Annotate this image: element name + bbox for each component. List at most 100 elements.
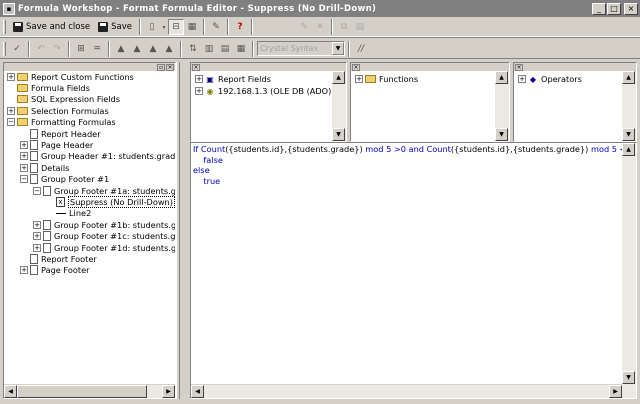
chevron-down-icon[interactable]: ▼ (332, 42, 344, 55)
collapse-icon[interactable]: − (20, 175, 28, 184)
expand-icon[interactable]: + (195, 75, 203, 83)
pane-pin-icon[interactable]: × (515, 63, 523, 71)
tree-item-page-footer[interactable]: + Page Footer (7, 265, 175, 276)
editor-horizontal-scrollbar[interactable]: ◀ ▶ (191, 384, 622, 398)
pane-pin-icon[interactable]: × (192, 63, 200, 71)
expand-icon[interactable]: + (20, 141, 28, 150)
maximize-button[interactable]: □ (607, 2, 621, 15)
pane-pin-icon[interactable]: ▫ (157, 63, 165, 71)
app-icon[interactable]: ▪ (3, 2, 15, 15)
scroll-down-icon[interactable]: ▼ (332, 128, 345, 141)
scroll-left-icon[interactable]: ◀ (4, 385, 17, 398)
expand-icon[interactable]: + (7, 72, 15, 81)
comment-icon[interactable]: // (353, 41, 369, 57)
dropdown-arrow-icon[interactable]: ▾ (160, 19, 168, 35)
tree-item-line2[interactable]: Line2 (7, 208, 175, 219)
browse-data-icon[interactable]: ⊞ (73, 41, 89, 57)
tree-item-report-footer[interactable]: Report Footer (7, 253, 175, 264)
pane-splitter[interactable] (176, 62, 180, 399)
save-button[interactable]: Save (94, 19, 136, 36)
paste-icon[interactable]: ▤ (352, 19, 368, 35)
expand-icon[interactable]: + (33, 232, 41, 241)
collapse-icon[interactable]: − (33, 186, 41, 195)
new-icon[interactable]: ▯ (144, 19, 160, 35)
tree-item-selection-formulas[interactable]: + Selection Formulas (7, 105, 175, 116)
toolbar-separator (139, 19, 142, 35)
show-functions-icon[interactable]: ▤ (217, 41, 233, 57)
tree-item-report-custom-functions[interactable]: + Report Custom Functions (7, 71, 175, 82)
undo-icon[interactable]: ↶ (33, 41, 49, 57)
tree-item-group-footer-1d[interactable]: + Group Footer #1d: students.gra (7, 242, 175, 253)
editor-vertical-scrollbar[interactable]: ▲ ▼ (622, 143, 636, 398)
scroll-up-icon[interactable]: ▲ (622, 143, 635, 156)
tree-item-group-footer-1a[interactable]: − Group Footer #1a: students.gr (7, 185, 175, 196)
expand-icon[interactable]: + (20, 152, 28, 161)
next-bookmark-icon[interactable]: ▲ (129, 41, 145, 57)
tree-item-report-fields[interactable]: + ▣ Report Fields (195, 73, 342, 85)
toggle-tree-icon[interactable]: ⊟ (168, 19, 185, 35)
expand-icon[interactable]: + (7, 106, 15, 115)
tree-horizontal-scrollbar[interactable]: ◀ ▶ (4, 384, 175, 398)
expand-icon[interactable]: + (195, 87, 203, 95)
previous-bookmark-icon[interactable]: ▲ (145, 41, 161, 57)
redo-icon[interactable]: ↷ (49, 41, 65, 57)
expand-icon[interactable]: + (518, 75, 526, 83)
tree-item-report-header[interactable]: Report Header (7, 128, 175, 139)
pane-pin-icon[interactable]: × (352, 63, 360, 71)
tree-item-group-footer-1[interactable]: − Group Footer #1 (7, 174, 175, 185)
show-operators-icon[interactable]: ▦ (233, 41, 249, 57)
toggle-bookmark-icon[interactable]: ▲ (113, 41, 129, 57)
show-fields-icon[interactable]: ▥ (201, 41, 217, 57)
tree-item-formatting-formulas[interactable]: − Formatting Formulas (7, 117, 175, 128)
close-button[interactable]: × (624, 2, 638, 15)
tree-item-datasource[interactable]: + ◉ 192.168.1.3 (OLE DB (ADO)) (195, 85, 342, 97)
sort-icon[interactable]: ⇅ (185, 41, 201, 57)
tree-item-suppress-no-drill-down[interactable]: x Suppress (No Drill-Down) (7, 196, 175, 208)
scroll-right-icon[interactable]: ▶ (162, 385, 175, 398)
syntax-dropdown[interactable]: Crystal Syntax ▼ (257, 41, 345, 56)
expand-icon[interactable]: + (355, 75, 363, 83)
scroll-up-icon[interactable]: ▲ (332, 71, 345, 84)
formula-code[interactable]: If Count({students.id},{students.grade})… (193, 144, 636, 186)
scroll-right-icon[interactable]: ▶ (609, 385, 622, 398)
scroll-left-icon[interactable]: ◀ (191, 385, 204, 398)
expand-icon[interactable]: + (33, 220, 41, 229)
save-and-close-button[interactable]: Save and close (9, 19, 94, 36)
pane-close-icon[interactable]: × (166, 63, 174, 71)
tree-item-details[interactable]: + Details (7, 162, 175, 173)
scroll-down-icon[interactable]: ▼ (622, 371, 635, 384)
copy-icon[interactable]: ⧉ (336, 19, 352, 35)
tree-item-sql-expression-fields[interactable]: SQL Expression Fields (7, 94, 175, 105)
toolbar-grip[interactable] (3, 41, 6, 56)
tree-item-group-header-1[interactable]: + Group Header #1: students.grade - (7, 151, 175, 162)
expert-icon[interactable]: ✎ (208, 19, 224, 35)
find-icon[interactable]: ♒ (89, 41, 105, 57)
expand-icon[interactable]: + (20, 163, 28, 172)
tree-item-page-header[interactable]: + Page Header (7, 139, 175, 151)
rename-icon[interactable]: ✎ (296, 19, 312, 35)
scroll-up-icon[interactable]: ▲ (622, 71, 635, 84)
tree-item-functions[interactable]: + Functions (355, 73, 505, 85)
help-icon[interactable]: ? (232, 19, 248, 35)
toolbar-grip[interactable] (3, 20, 6, 34)
delete-icon[interactable]: ✕ (312, 19, 328, 35)
tree-item-group-footer-1c[interactable]: + Group Footer #1c: students.gra (7, 230, 175, 242)
scroll-up-icon[interactable]: ▲ (495, 71, 508, 84)
tree-item-group-footer-1b[interactable]: + Group Footer #1b: students.gra (7, 219, 175, 230)
check-formula-icon[interactable]: ✓ (9, 41, 25, 57)
clear-bookmarks-icon[interactable]: ▲ (161, 41, 177, 57)
scroll-down-icon[interactable]: ▼ (622, 128, 635, 141)
formula-editor[interactable]: If Count({students.id},{students.grade})… (190, 142, 637, 399)
tree-item-operators[interactable]: + ◆ Operators (518, 73, 632, 85)
functions-vertical-scrollbar[interactable]: ▲ ▼ (495, 71, 509, 141)
collapse-icon[interactable]: − (7, 118, 15, 127)
scroll-thumb[interactable] (17, 385, 147, 398)
fields-vertical-scrollbar[interactable]: ▲ ▼ (332, 71, 346, 141)
properties-icon[interactable]: ▦ (184, 19, 200, 35)
scroll-down-icon[interactable]: ▼ (495, 128, 508, 141)
minimize-button[interactable]: _ (592, 2, 606, 15)
expand-icon[interactable]: + (20, 266, 28, 275)
tree-item-formula-fields[interactable]: Formula Fields (7, 82, 175, 93)
expand-icon[interactable]: + (33, 243, 41, 252)
operators-vertical-scrollbar[interactable]: ▲ ▼ (622, 71, 636, 141)
